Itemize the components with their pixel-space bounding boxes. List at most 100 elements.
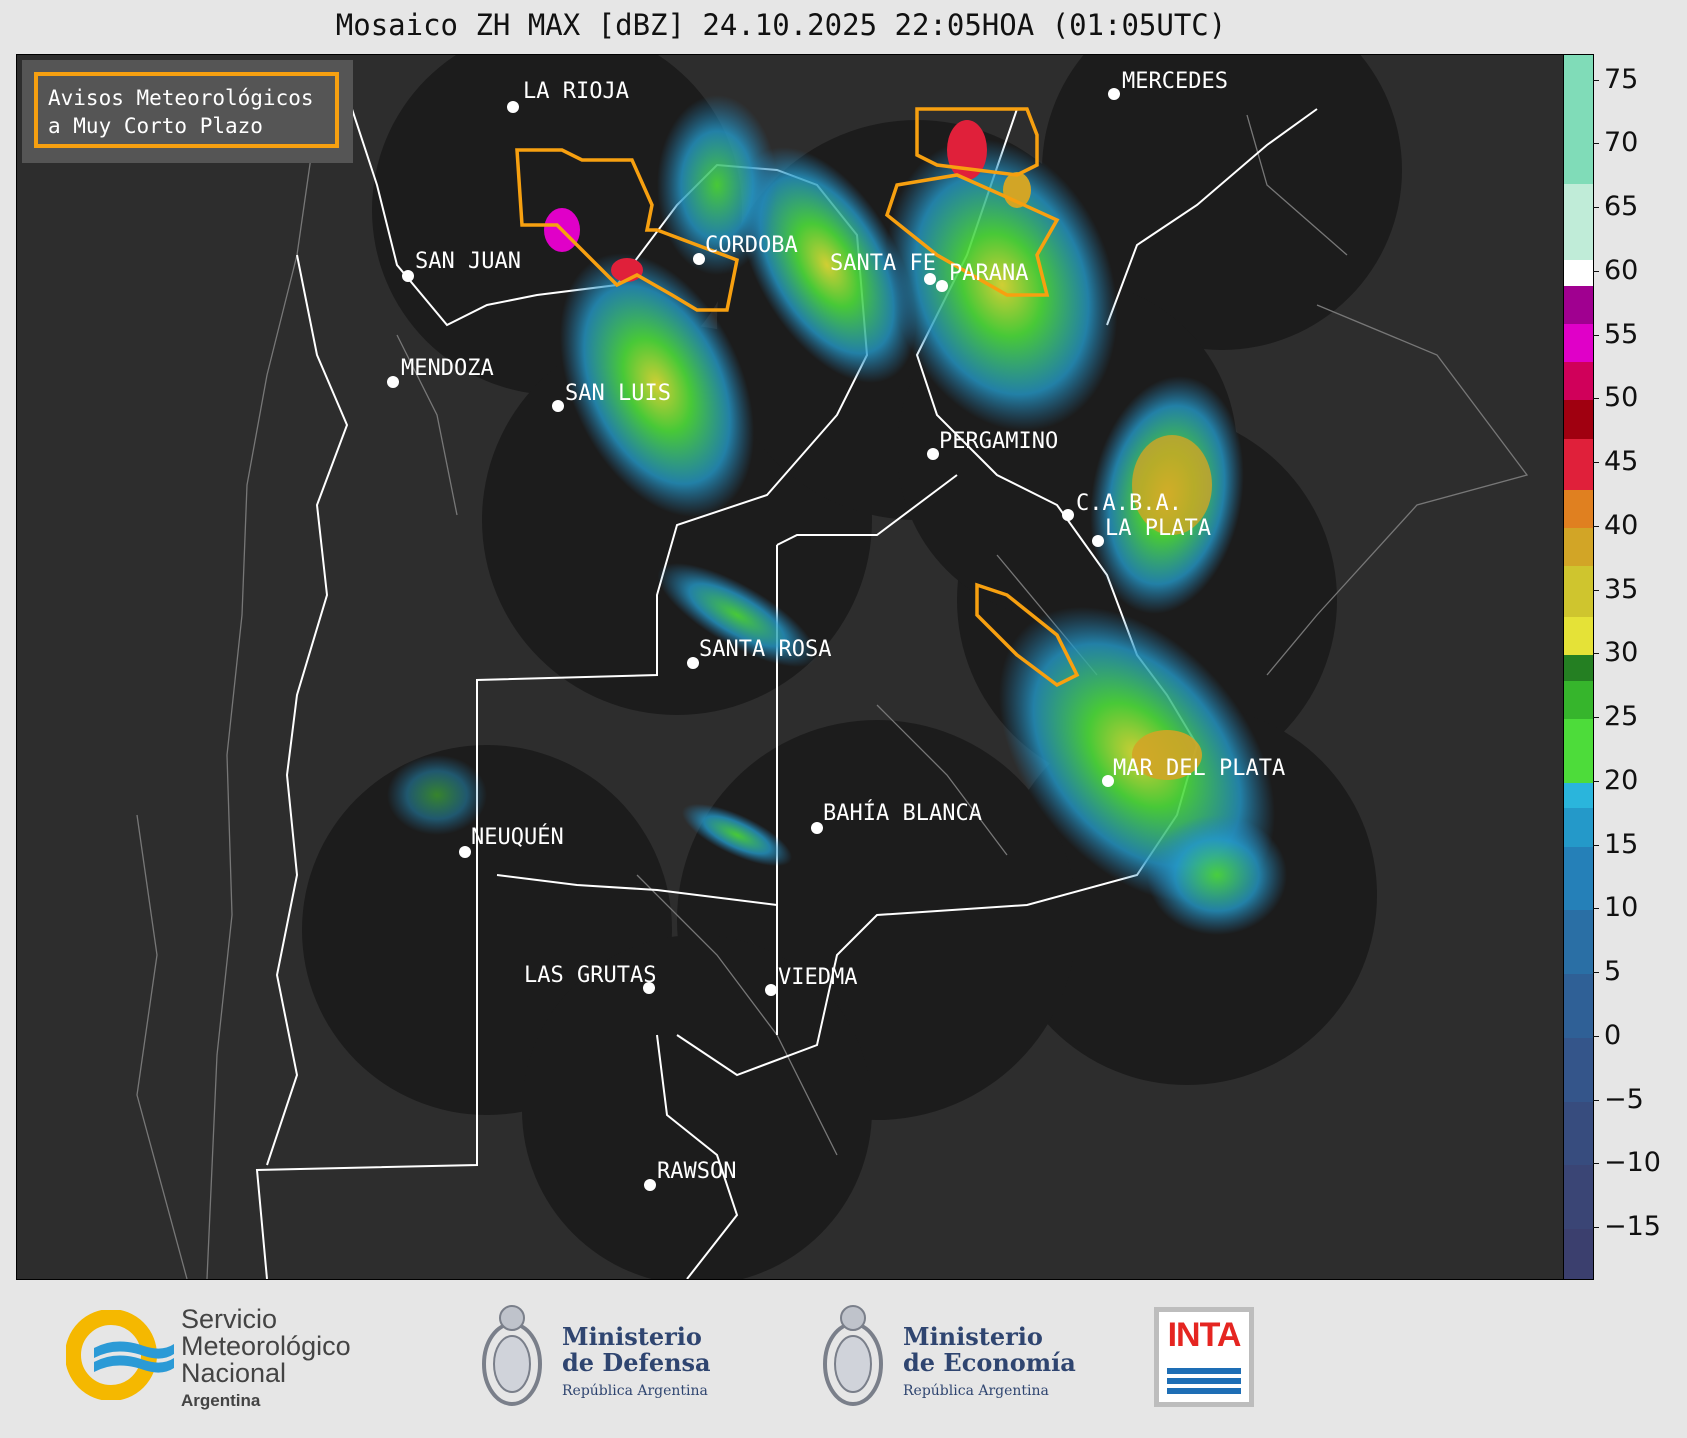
colorbar-band [1564,909,1593,974]
colorbar-band [1564,718,1593,783]
colorbar-tick [1593,1099,1599,1101]
colorbar-tick [1593,1227,1599,1228]
city-label-neuquen: NEUQUÉN [471,825,564,850]
colorbar-tick-label: 75 [1604,63,1639,95]
colorbar-tick-label: 5 [1604,956,1622,987]
city-label-mendoza: MENDOZA [401,356,494,381]
city-label-san-luis: SAN LUIS [565,381,671,406]
inta-logo: INTA [1154,1307,1254,1407]
colorbar-band [1564,361,1593,401]
city-label-parana: PARANA [949,261,1029,286]
city-label-las-grutas: LAS GRUTAS [524,963,657,988]
colorbar-tick [1593,270,1599,272]
colorbar-tick-label: −5 [1604,1083,1644,1115]
colorbar-tick [1593,844,1599,846]
colorbar-tick [1593,334,1599,336]
city-label-cordoba: CORDOBA [705,233,798,258]
smn-logo-text: Servicio Meteorológico Nacional Argentin… [181,1306,351,1414]
colorbar-tick-label: 30 [1604,637,1639,669]
colorbar-tick-label: 45 [1604,446,1639,477]
smn-line-3: Nacional [181,1358,287,1388]
city-dot-parana[interactable] [936,280,948,292]
smn-logo-icon [65,1309,176,1401]
colorbar-tick-label: 55 [1604,318,1639,350]
colorbar-band [1564,284,1593,324]
city-dot-san-luis[interactable] [552,400,564,412]
colorbar-tick [1593,398,1599,400]
city-dot-mercedes[interactable] [1108,88,1120,100]
avisos-legend-inner: Avisos Meteorológicos a Muy Corto Plazo [34,72,339,148]
colorbar-tick [1593,908,1599,910]
colorbar-tick [1593,1163,1599,1165]
colorbar-tick-label: 65 [1604,191,1639,222]
city-dot-neuquen[interactable] [459,846,471,858]
colorbar-band [1564,654,1593,681]
city-dot-pergamino[interactable] [927,448,939,460]
colorbar-tick-label: 40 [1604,509,1639,541]
map-title: Mosaico ZH MAX [dBZ] 24.10.2025 22:05HOA… [335,8,1227,42]
footer-logos: Servicio Meteorológico Nacional Argentin… [0,1280,1687,1438]
defensa-line-1: Ministerio [562,1322,702,1351]
colorbar-tick-label: −10 [1604,1147,1661,1179]
colorbar-tick-label: 50 [1604,382,1639,414]
smn-line-1: Servicio [181,1304,278,1334]
inta-logo-text: INTA [1167,1316,1242,1354]
colorbar-tick [1593,589,1599,591]
colorbar-band [1564,1228,1593,1279]
city-label-pergamino: PERGAMINO [939,429,1059,454]
colorbar-tick-label: 0 [1604,1019,1622,1051]
city-dot-la-rioja[interactable] [507,101,519,113]
economia-line-3: República Argentina [903,1383,1049,1399]
city-dot-rawson[interactable] [644,1179,656,1191]
defensa-text: Ministerio de Defensa República Argentin… [562,1324,711,1404]
colorbar-band [1564,526,1593,566]
city-dot-mendoza[interactable] [387,376,399,388]
colorbar-tick [1593,972,1599,973]
city-dot-viedma[interactable] [765,984,777,996]
city-label-san-juan: SAN JUAN [415,249,521,274]
city-dot-san-juan[interactable] [402,270,414,282]
colorbar-band [1564,1164,1593,1229]
colorbar-band [1564,259,1593,286]
colorbar-tick-label: 35 [1604,573,1639,605]
colorbar-tick [1593,462,1599,463]
avisos-line-2: a Muy Corto Plazo [48,114,263,138]
colorbar-tick-label: 10 [1604,892,1639,924]
dbz-colorbar [1563,54,1594,1280]
colorbar-band [1564,488,1593,528]
city-label-la-plata: LA PLATA [1105,516,1211,541]
economia-line-2: de Economía [903,1348,1076,1377]
colorbar-tick [1593,1035,1599,1037]
avisos-legend-box: Avisos Meteorológicos a Muy Corto Plazo [22,60,353,163]
colorbar-tick-label: 25 [1604,701,1639,732]
colorbar-band [1564,845,1593,911]
colorbar-band [1564,781,1593,809]
colorbar-tick [1593,780,1599,782]
city-label-rawson: RAWSON [657,1159,737,1184]
economia-text: Ministerio de Economía República Argenti… [903,1324,1076,1404]
colorbar-tick-label: 60 [1604,254,1639,286]
city-label-mercedes: MERCEDES [1122,69,1228,94]
city-label-la-rioja: LA RIOJA [523,79,629,104]
colorbar-tick [1593,653,1599,655]
colorbar-band [1564,679,1593,719]
city-dot-santa-rosa[interactable] [687,657,699,669]
city-dot-cordoba[interactable] [693,253,705,265]
city-dot-la-plata[interactable] [1092,535,1104,547]
city-dot-caba[interactable] [1062,509,1074,521]
defensa-line-2: de Defensa [562,1348,711,1377]
colorbar-tick [1593,717,1599,718]
colorbar-tick [1593,143,1599,145]
colorbar-band [1564,565,1593,617]
economia-seal-icon [819,1296,887,1416]
economia-line-1: Ministerio [903,1322,1043,1351]
city-label-mar-del-plata: MAR DEL PLATA [1113,756,1286,781]
city-dot-bahia-blanca[interactable] [811,822,823,834]
colorbar-band [1564,55,1593,184]
city-label-santa-fe: SANTA FE [830,251,936,276]
colorbar-band [1564,322,1593,362]
smn-line-4: Argentina [181,1391,261,1410]
inta-stripe-1 [1167,1368,1241,1374]
colorbar-band [1564,1036,1593,1102]
radar-map[interactable]: LA RIOJA MERCEDES CORDOBA SAN JUAN SANTA… [16,54,1564,1280]
